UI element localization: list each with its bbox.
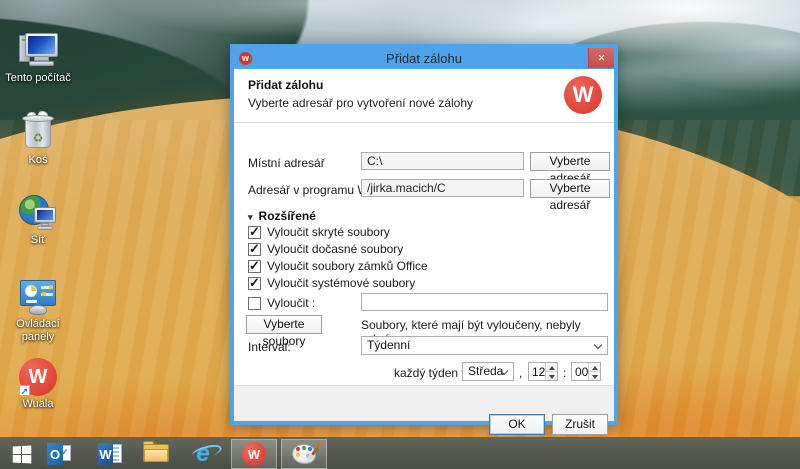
folder-icon	[143, 444, 169, 464]
spin-up-icon[interactable]	[546, 363, 557, 372]
interval-label: Interval:	[248, 340, 291, 354]
wuala-taskbar-icon: W	[242, 442, 266, 466]
taskbar-item-word[interactable]: W	[95, 440, 125, 468]
cancel-button[interactable]: Zrušit	[552, 414, 608, 435]
close-button[interactable]: ×	[588, 48, 614, 68]
checkbox-label: Vyloučit skryté soubory	[267, 225, 390, 239]
checkbox-exclude-custom[interactable]: Vyloučit :	[248, 296, 315, 310]
desktop-icon-label: Wuala	[0, 398, 76, 411]
chevron-down-icon	[594, 341, 602, 349]
schedule-colon: :	[563, 366, 566, 380]
checkbox-box[interactable]	[248, 260, 261, 273]
taskbar-item-internet-explorer[interactable]: e	[188, 440, 218, 468]
hour-value: 12	[532, 365, 545, 379]
advanced-section-toggle[interactable]: ▾ Rozšířené	[248, 209, 316, 223]
minute-spinner[interactable]: 00	[571, 362, 601, 381]
checkbox-box[interactable]	[248, 277, 261, 290]
desktop-icon-label: Tento počítač	[0, 72, 76, 85]
checkbox-box[interactable]	[248, 226, 261, 239]
desktop-icon-network[interactable]: Síť	[0, 194, 76, 247]
taskbar-item-wuala[interactable]: W	[231, 439, 277, 469]
checkbox-box[interactable]	[248, 297, 261, 310]
exclude-pattern-field[interactable]	[361, 293, 608, 311]
dialog-title: Přidat zálohu	[234, 51, 614, 66]
choose-local-dir-button[interactable]: Vyberte adresář	[530, 152, 610, 171]
checkbox-label: Vyloučit :	[267, 296, 315, 310]
dialog-titlebar[interactable]: w Přidat zálohu	[234, 48, 614, 69]
checkbox-label: Vyloučit dočasné soubory	[267, 242, 403, 256]
checkbox-exclude-office-locks[interactable]: Vyloučit soubory zámků Office	[248, 259, 428, 273]
desktop-icon-this-pc[interactable]: Tento počítač	[0, 32, 76, 85]
control-panel-icon	[17, 278, 59, 316]
checkbox-exclude-system[interactable]: Vyloučit systémové soubory	[248, 276, 415, 290]
minute-value: 00	[575, 365, 588, 379]
advanced-section-label: Rozšířené	[259, 209, 316, 223]
add-backup-dialog: w Přidat zálohu × Přidat zálohu Vyberte …	[230, 44, 618, 425]
internet-explorer-icon: e	[196, 442, 209, 466]
paint-icon	[292, 444, 316, 464]
checkbox-box[interactable]	[248, 243, 261, 256]
wuala-icon: W ➚	[17, 358, 59, 396]
weekday-select[interactable]: Středa	[462, 362, 514, 381]
schedule-prefix: každý týden v	[394, 366, 467, 380]
hour-spinner[interactable]: 12	[528, 362, 558, 381]
weekday-value: Středa	[468, 364, 503, 378]
schedule-comma: ,	[519, 366, 522, 380]
outlook-icon: O	[47, 443, 71, 465]
wuala-logo: W	[564, 76, 602, 114]
word-icon: W	[98, 443, 122, 465]
checkbox-exclude-temp[interactable]: Vyloučit dočasné soubory	[248, 242, 403, 256]
interval-select[interactable]: Týdenní	[361, 336, 608, 355]
desktop-icon-label: Síť	[0, 234, 76, 247]
choose-wuala-dir-button[interactable]: Vyberte adresář	[530, 179, 610, 198]
local-dir-field[interactable]: C:\	[361, 152, 524, 170]
dialog-header-subtitle: Vyberte adresář pro vytvoření nové záloh…	[248, 96, 473, 110]
spin-down-icon[interactable]	[589, 372, 600, 380]
ok-button[interactable]: OK	[489, 414, 545, 435]
checkbox-label: Vyloučit soubory zámků Office	[267, 259, 428, 273]
taskbar: O W e W	[0, 437, 800, 469]
start-button[interactable]	[6, 440, 36, 468]
taskbar-item-outlook[interactable]: O	[44, 440, 74, 468]
local-dir-label: Místní adresář	[248, 156, 325, 170]
spin-down-icon[interactable]	[546, 372, 557, 380]
wuala-dir-field[interactable]: /jirka.macich/C	[361, 179, 524, 197]
desktop-icon-label: Ovládací panely	[0, 318, 76, 344]
checkbox-label: Vyloučit systémové soubory	[267, 276, 415, 290]
desktop-icon-wuala[interactable]: W ➚ Wuala	[0, 358, 76, 411]
computer-icon	[17, 32, 59, 70]
dialog-header-title: Přidat zálohu	[248, 78, 323, 92]
header-separator	[234, 122, 614, 123]
interval-value: Týdenní	[367, 338, 410, 352]
spin-up-icon[interactable]	[589, 363, 600, 372]
recycle-bin-icon: ♻	[17, 114, 59, 152]
taskbar-item-paint[interactable]	[281, 439, 327, 469]
checkbox-exclude-hidden[interactable]: Vyloučit skryté soubory	[248, 225, 390, 239]
dialog-body: Přidat zálohu Vyberte adresář pro vytvoř…	[234, 69, 614, 421]
network-icon	[17, 194, 59, 232]
desktop-icon-recycle-bin[interactable]: ♻ Koš	[0, 114, 76, 167]
collapse-triangle-icon: ▾	[248, 212, 253, 222]
taskbar-item-file-explorer[interactable]	[141, 440, 171, 468]
select-files-button[interactable]: Vyberte soubory	[246, 315, 322, 334]
desktop-icon-label: Koš	[0, 154, 76, 167]
windows-logo-icon	[12, 445, 30, 463]
desktop-icon-control-panel[interactable]: Ovládací panely	[0, 278, 76, 344]
